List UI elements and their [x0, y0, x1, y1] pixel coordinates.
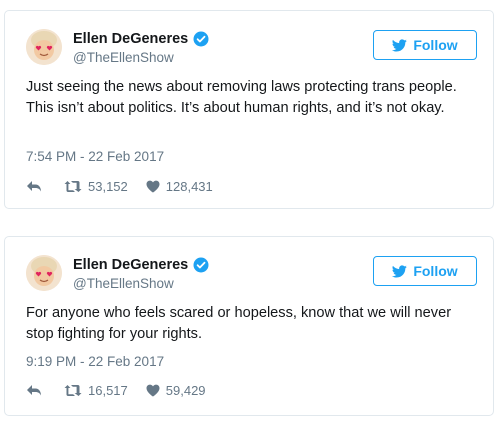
like-count: 128,431 [165, 179, 213, 194]
reply-button[interactable] [26, 384, 42, 397]
tweet-actions: 16,517 59,429 [26, 383, 224, 398]
reply-button[interactable] [26, 180, 42, 193]
follow-label: Follow [413, 37, 458, 53]
reply-icon [27, 181, 41, 192]
follow-button[interactable]: Follow [373, 30, 477, 60]
retweet-icon [64, 181, 82, 192]
heart-eyes-emoji-icon [26, 29, 62, 65]
follow-label: Follow [413, 263, 458, 279]
like-count: 59,429 [165, 383, 206, 398]
avatar[interactable] [26, 255, 62, 291]
display-name[interactable]: Ellen DeGeneres [73, 31, 188, 47]
user-handle[interactable]: @TheEllenShow [73, 276, 174, 291]
display-name[interactable]: Ellen DeGeneres [73, 257, 188, 273]
tweet-text: Just seeing the news about removing laws… [26, 79, 457, 116]
retweet-button[interactable]: 53,152 [64, 179, 128, 194]
retweet-count: 53,152 [88, 179, 128, 194]
twitter-bird-icon [392, 38, 408, 52]
verified-badge-icon [193, 257, 209, 273]
retweet-button[interactable]: 16,517 [64, 383, 128, 398]
heart-icon [146, 384, 160, 397]
tweet-card: Ellen DeGeneres @TheEllenShow Follow For… [4, 236, 494, 416]
like-button[interactable]: 128,431 [146, 179, 213, 194]
retweet-count: 16,517 [88, 383, 128, 398]
retweet-icon [64, 385, 82, 396]
follow-button[interactable]: Follow [373, 256, 477, 286]
tweet-text: For anyone who feels scared or hopeless,… [26, 305, 452, 342]
tweet-card: Ellen DeGeneres @TheEllenShow Follow Jus… [4, 10, 494, 209]
avatar[interactable] [26, 29, 62, 65]
heart-icon [146, 180, 160, 193]
tweet-timestamp[interactable]: 9:19 PM - 22 Feb 2017 [26, 354, 164, 369]
tweet-actions: 53,152 128,431 [26, 179, 231, 194]
twitter-bird-icon [392, 264, 408, 278]
like-button[interactable]: 59,429 [146, 383, 206, 398]
heart-eyes-emoji-icon [26, 255, 62, 291]
tweet-timestamp[interactable]: 7:54 PM - 22 Feb 2017 [26, 149, 164, 164]
user-handle[interactable]: @TheEllenShow [73, 50, 174, 65]
verified-badge-icon [193, 31, 209, 47]
reply-icon [27, 385, 41, 396]
